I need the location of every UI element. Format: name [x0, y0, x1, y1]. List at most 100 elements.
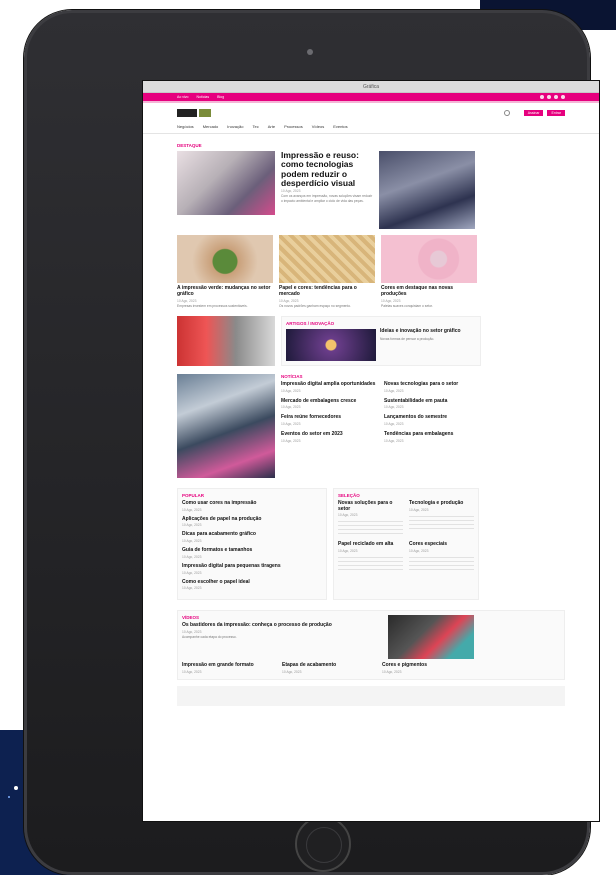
section-label: SELEÇÃO [338, 492, 360, 498]
popular-title[interactable]: Como usar cores na impressão [182, 500, 322, 507]
grid-title[interactable]: Cores em destaque nas novas produções [381, 285, 477, 298]
video-item-title[interactable]: Etapas de acabamento [282, 663, 376, 669]
selection-item: Cores especiais 10 Ago, 2023 [409, 542, 474, 573]
nav-item[interactable]: Mercado [203, 124, 219, 129]
site-header: Assinar Entrar [143, 103, 599, 121]
selection-title[interactable]: Cores especiais [409, 542, 474, 548]
inovation-excerpt: Novas formas de pensar a produção. [380, 336, 435, 341]
video-image[interactable] [388, 615, 474, 660]
popular-date: 10 Ago, 2023 [182, 523, 202, 528]
camera-icon [307, 49, 313, 55]
home-button[interactable] [295, 816, 351, 872]
news-title[interactable]: Impressão digital amplia oportunidades [281, 381, 378, 388]
video-title[interactable]: Os bastidores da impressão: conheça o pr… [182, 623, 382, 629]
popular-date: 10 Ago, 2023 [182, 554, 202, 559]
news-date: 10 Ago, 2023 [281, 388, 301, 393]
featured-excerpt: Com os avanços em impressão, novas soluç… [281, 194, 373, 203]
popular-title[interactable]: Dicas para acabamento gráfico [182, 532, 322, 538]
video-item: Etapas de acabamento 10 Ago, 2023 [282, 663, 376, 675]
news-date: 10 Ago, 2023 [281, 422, 301, 427]
featured-title[interactable]: Impressão e reuso: como tecnologias pode… [281, 150, 373, 188]
grid-card: Papel e cores: tendências para o mercado… [279, 235, 375, 308]
machine-image[interactable] [177, 315, 275, 366]
selection-item: Papel reciclado em alta 10 Ago, 2023 [338, 542, 403, 573]
selection-title[interactable]: Novas soluções para o setor [338, 500, 403, 513]
grid-image[interactable] [279, 235, 375, 283]
grid-title[interactable]: A impressão verde: mudanças no setor grá… [177, 285, 273, 298]
news-title[interactable]: Tendências para embalagens [384, 431, 481, 438]
instagram-icon[interactable] [547, 95, 551, 99]
login-button[interactable]: Entrar [547, 110, 565, 116]
popular-title[interactable]: Como escolher o papel ideal [182, 579, 322, 586]
news-item: Novas tecnologias para o setor 10 Ago, 20… [384, 381, 481, 394]
selection-item: Novas soluções para o setor 10 Ago, 2023 [338, 500, 403, 537]
nav-item[interactable]: Arte [268, 124, 275, 129]
news-date: 10 Ago, 2023 [281, 405, 301, 410]
grid-image[interactable] [177, 235, 273, 283]
popular-date: 10 Ago, 2023 [182, 570, 202, 575]
featured-image[interactable] [177, 151, 275, 215]
printer-image[interactable] [177, 373, 275, 478]
video-item-title[interactable]: Cores e pigmentos [382, 663, 476, 669]
event-image[interactable] [379, 151, 475, 229]
news-title[interactable]: Lançamentos do semestre [384, 415, 481, 421]
grid-excerpt: Paletas suaves conquistam o setor. [381, 303, 433, 308]
popular-list: Como usar cores na impressão 10 Ago, 2023… [182, 500, 322, 590]
nav-item[interactable]: Vídeos [312, 124, 324, 129]
video-item-title[interactable]: Impressão em grande formato [182, 663, 276, 669]
news-title[interactable]: Eventos do setor em 2023 [281, 431, 378, 438]
video-row: VÍDEOS Os bastidores da impressão: conhe… [182, 615, 560, 660]
news-date: 10 Ago, 2023 [281, 438, 301, 443]
nav-item[interactable]: Negócios [177, 124, 194, 129]
section-label: VÍDEOS [182, 615, 200, 621]
popular-box: POPULAR Como usar cores na impressão 10 A… [177, 487, 327, 601]
selection-date: 10 Ago, 2023 [338, 513, 358, 518]
news-title[interactable]: Novas tecnologias para o setor [384, 381, 481, 388]
main-nav: Negócios Mercado Inovação Tec Arte Proce… [143, 121, 599, 134]
news-title[interactable]: Feira reúne fornecedores [281, 415, 378, 421]
text-lines [338, 518, 403, 537]
facebook-icon[interactable] [540, 95, 544, 99]
news-item: Eventos do setor em 2023 10 Ago, 2023 [281, 431, 378, 444]
youtube-icon[interactable] [561, 95, 565, 99]
topbar-link[interactable]: Blog [217, 95, 224, 99]
search-icon[interactable] [503, 110, 510, 116]
nav-item[interactable]: Eventos [333, 124, 347, 129]
footer [177, 686, 565, 707]
nav-item[interactable]: Inovação [227, 124, 243, 129]
tablet-screen: Gráfica Ao vivo Notícias Blog Assinar En… [142, 80, 600, 822]
selection-date: 10 Ago, 2023 [409, 507, 429, 512]
grid-image[interactable] [381, 235, 477, 283]
selection-date: 10 Ago, 2023 [409, 549, 429, 554]
popular-item: Guia de formatos e tamanhos 10 Ago, 2023 [182, 547, 322, 559]
linkedin-icon[interactable] [554, 95, 558, 99]
popular-title[interactable]: Guia de formatos e tamanhos [182, 547, 322, 554]
news-title[interactable]: Sustentabilidade em pauta [384, 398, 481, 405]
selection-title[interactable]: Papel reciclado em alta [338, 542, 403, 548]
topbar-link[interactable]: Notícias [196, 95, 209, 99]
grid-excerpt: Empresas investem em processos sustentáv… [177, 303, 248, 308]
selection-item: Tecnologia e produção 10 Ago, 2023 [409, 500, 474, 537]
news-list: NOTÍCIAS Impressão digital amplia oportu… [281, 374, 481, 478]
news-title[interactable]: Mercado de embalagens cresce [281, 398, 378, 405]
video-excerpt: Acompanhe cada etapa do processo. [182, 635, 237, 640]
popular-title[interactable]: Aplicações de papel na produção [182, 516, 322, 523]
selection-title[interactable]: Tecnologia e produção [409, 500, 474, 507]
logo-mark [199, 109, 211, 117]
selection-grid: Novas soluções para o setor 10 Ago, 2023 T… [338, 500, 474, 573]
bottom-row: POPULAR Como usar cores na impressão 10 A… [177, 487, 565, 601]
grid-title[interactable]: Papel e cores: tendências para o mercado [279, 285, 375, 298]
subscribe-button[interactable]: Assinar [523, 110, 544, 116]
nav-item[interactable]: Processos [284, 124, 303, 129]
site-logo[interactable] [177, 109, 211, 117]
popular-title[interactable]: Impressão digital para pequenas tiragens [182, 563, 322, 570]
topbar-link[interactable]: Ao vivo [177, 95, 188, 99]
grid-card: Cores em destaque nas novas produções 10… [381, 235, 477, 308]
lightbulb-image[interactable] [286, 328, 376, 361]
grid-date: 10 Ago, 2023 [177, 298, 197, 303]
inovation-title[interactable]: Ideias e inovação no setor gráfico [380, 328, 476, 335]
news-date: 10 Ago, 2023 [384, 422, 404, 427]
logo-mark [177, 109, 197, 117]
nav-item[interactable]: Tec [252, 124, 258, 129]
browser-title: Gráfica [362, 84, 380, 90]
